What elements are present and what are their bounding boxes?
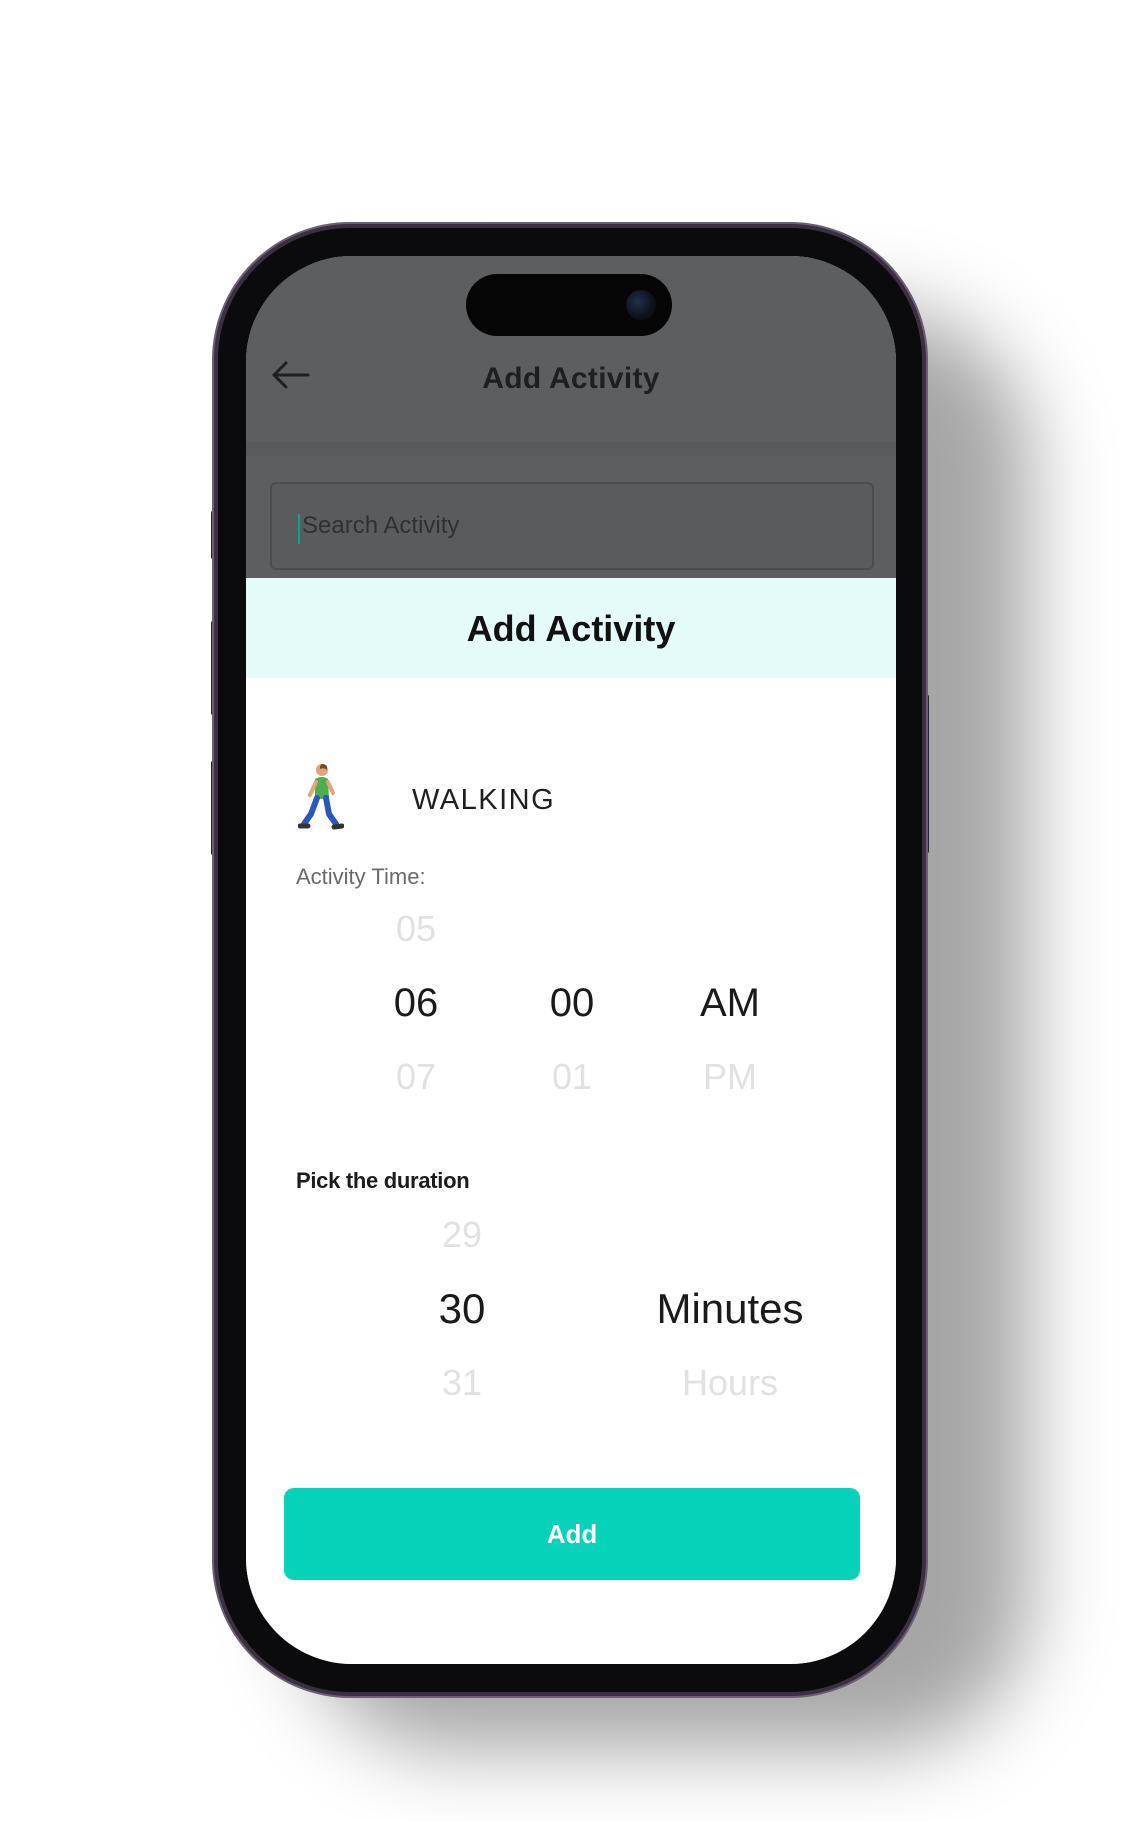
hour-option-next[interactable]: 07	[336, 1040, 496, 1114]
device-mockup: Add Activity Add Activity	[0, 0, 1133, 1821]
activity-time-label: Activity Time:	[296, 864, 426, 889]
power-button	[921, 694, 929, 854]
walking-person-icon	[298, 764, 344, 830]
period-option-prev[interactable]	[650, 892, 810, 966]
period-option-next[interactable]: PM	[650, 1040, 810, 1114]
text-caret	[298, 514, 300, 544]
minute-option-prev[interactable]	[492, 892, 652, 966]
duration-label: Pick the duration	[296, 1168, 470, 1193]
phone-screen: Add Activity Add Activity	[246, 256, 896, 1664]
duration-option-next[interactable]: 31	[382, 1346, 542, 1420]
unit-option-prev[interactable]	[630, 1198, 830, 1272]
camera-lens-icon	[626, 290, 656, 320]
duration-option-selected[interactable]: 30	[382, 1272, 542, 1346]
dynamic-island	[466, 274, 672, 336]
page-title: Add Activity	[482, 362, 660, 395]
activity-name: WALKING	[412, 784, 556, 816]
duration-unit-picker[interactable]: Minutes Hours	[630, 1198, 830, 1420]
minute-picker[interactable]: 00 01	[492, 892, 652, 1114]
period-picker[interactable]: AM PM	[650, 892, 810, 1114]
unit-option-selected[interactable]: Minutes	[630, 1272, 830, 1346]
sheet-title: Add Activity	[466, 608, 676, 649]
unit-option-next[interactable]: Hours	[630, 1346, 830, 1420]
hour-picker[interactable]: 05 06 07	[336, 892, 496, 1114]
add-activity-sheet: Add Activity WALKING Activity Time: 05 0…	[246, 578, 896, 1664]
search-box[interactable]	[270, 482, 874, 570]
header-divider	[246, 442, 896, 456]
duration-value-picker[interactable]: 29 30 31	[382, 1198, 542, 1420]
sheet-header: Add Activity	[246, 578, 896, 678]
add-button[interactable]: Add	[284, 1488, 860, 1580]
duration-option-prev[interactable]: 29	[382, 1198, 542, 1272]
hour-option-selected[interactable]: 06	[336, 966, 496, 1040]
selected-activity: WALKING	[298, 762, 838, 832]
period-option-selected[interactable]: AM	[650, 966, 810, 1040]
minute-option-next[interactable]: 01	[492, 1040, 652, 1114]
search-input[interactable]	[302, 506, 842, 546]
hour-option-prev[interactable]: 05	[336, 892, 496, 966]
minute-option-selected[interactable]: 00	[492, 966, 652, 1040]
